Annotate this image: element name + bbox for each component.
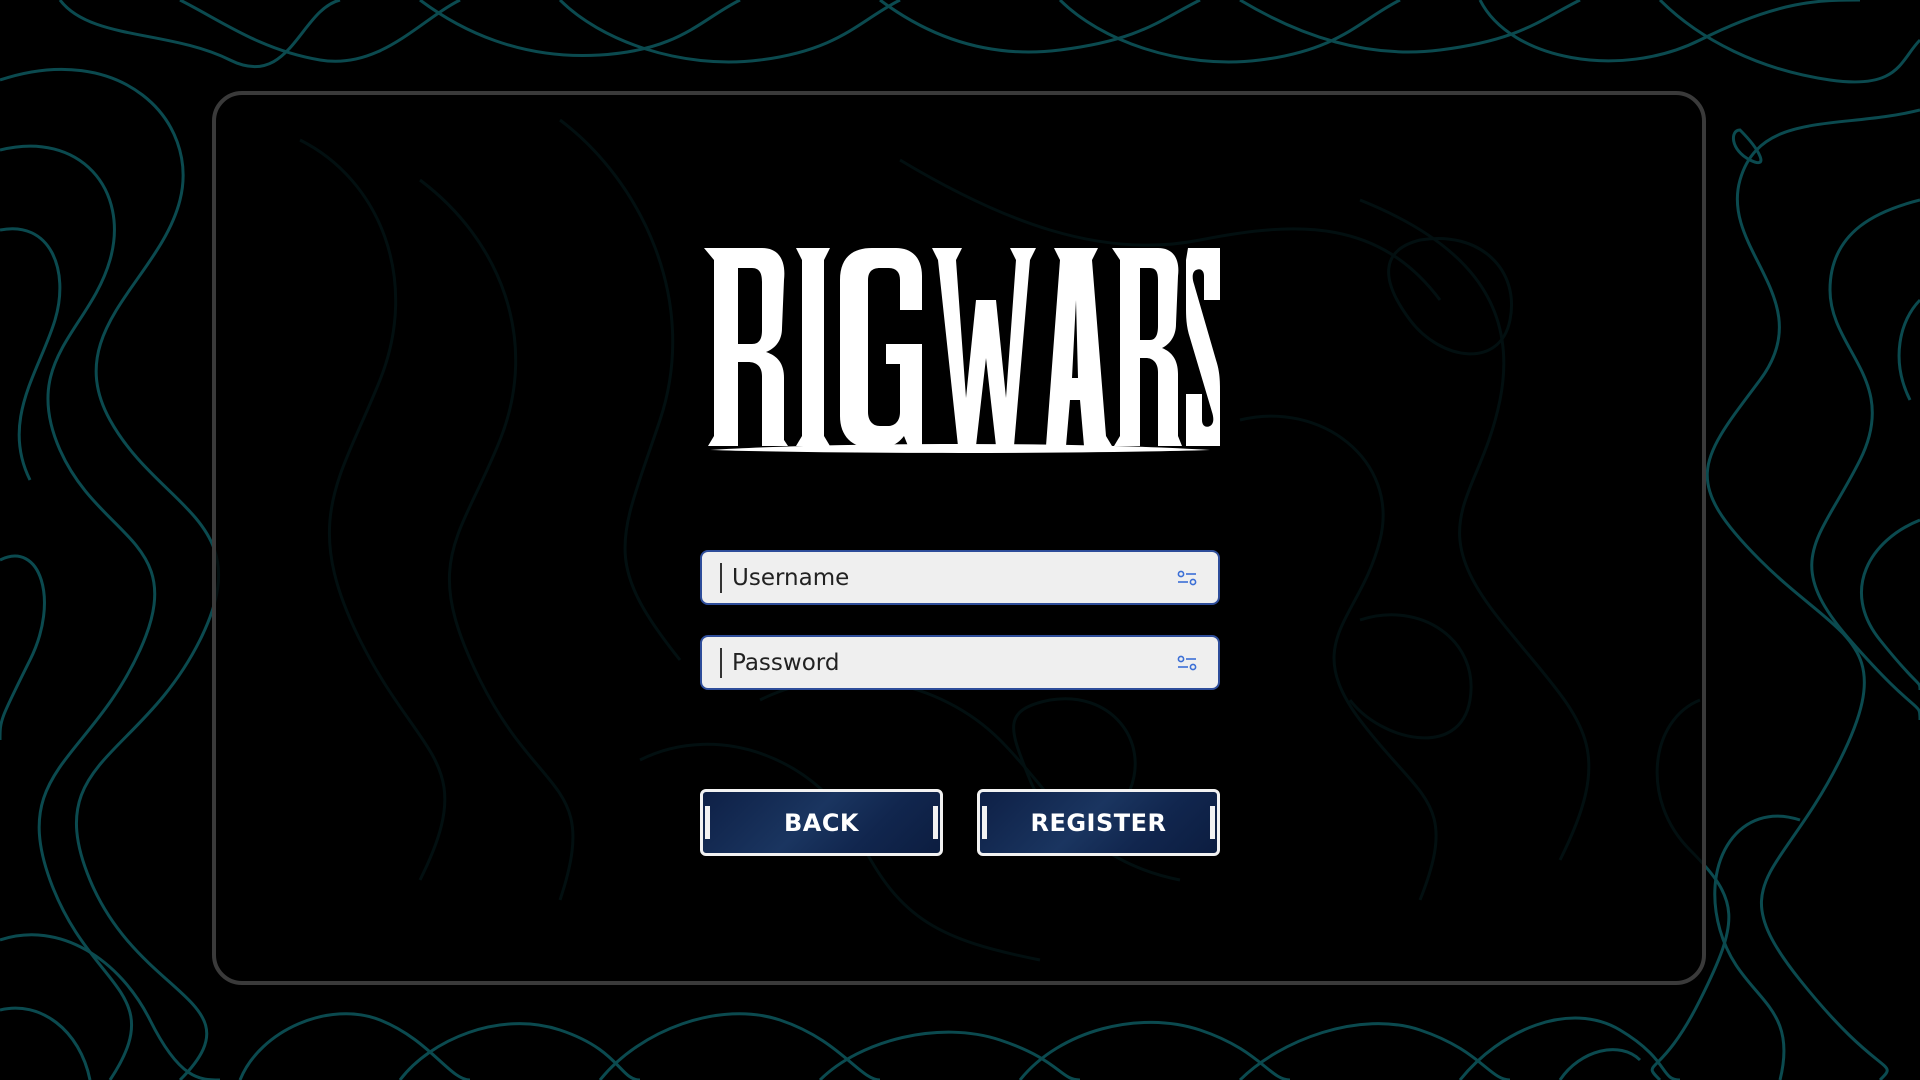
back-button-label: BACK — [783, 808, 860, 837]
button-notch — [1210, 806, 1215, 839]
register-button-label: REGISTER — [1030, 808, 1167, 837]
register-button[interactable]: REGISTER — [977, 789, 1220, 856]
username-field[interactable]: Username — [700, 550, 1220, 605]
text-caret — [720, 562, 722, 593]
button-notch — [982, 806, 987, 839]
text-caret — [720, 647, 722, 678]
login-screen: Username Password BACK REGISTER — [0, 0, 1920, 1080]
sliders-icon[interactable] — [1176, 652, 1198, 674]
password-field[interactable]: Password — [700, 635, 1220, 690]
rig-wars-logo — [704, 248, 1220, 453]
back-button[interactable]: BACK — [700, 789, 943, 856]
button-notch — [705, 806, 710, 839]
login-panel — [212, 91, 1706, 985]
username-placeholder: Username — [732, 564, 850, 591]
sliders-icon[interactable] — [1176, 567, 1198, 589]
button-notch — [933, 806, 938, 839]
password-placeholder: Password — [732, 649, 840, 676]
